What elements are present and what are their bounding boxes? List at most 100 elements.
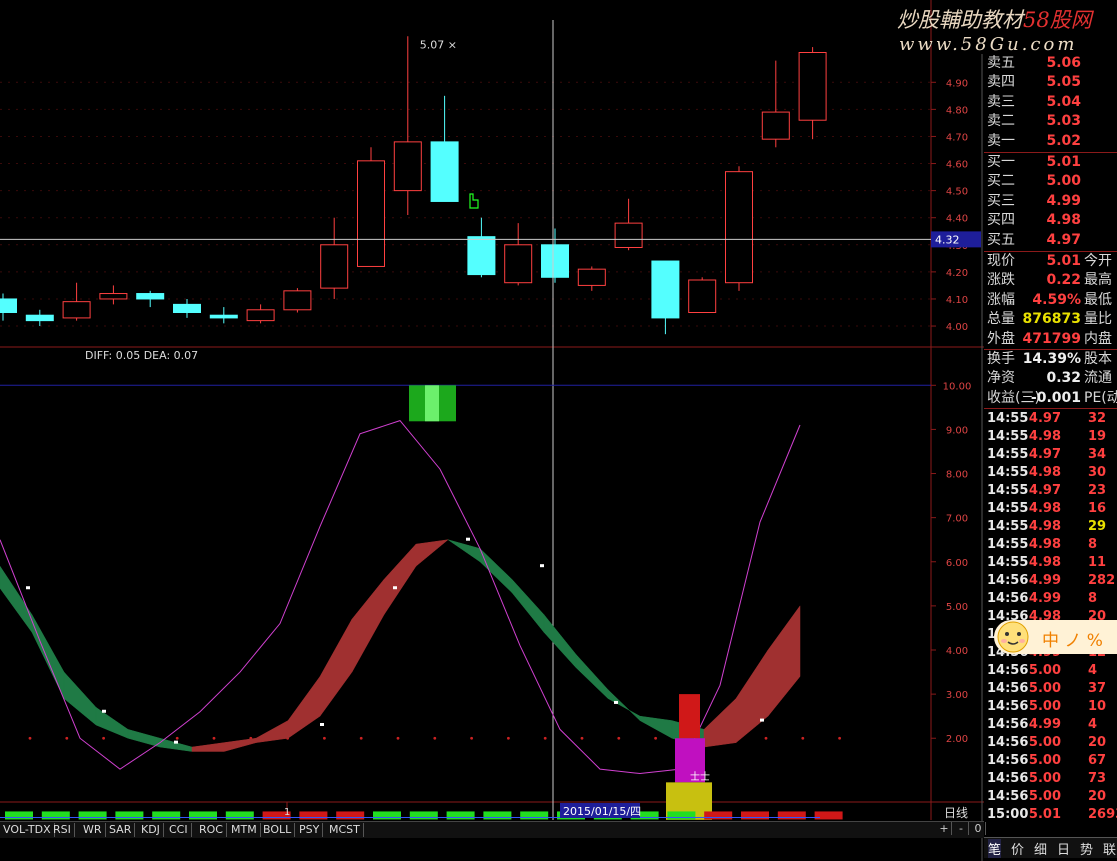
band-segment (735, 649, 769, 744)
candle-body (761, 111, 790, 140)
indicator-tab-mcst[interactable]: MCST (326, 823, 364, 837)
volume-dash (41, 811, 70, 820)
band-marker (320, 723, 324, 726)
ticks-divider (984, 408, 1117, 410)
tick-volume: 37 (1088, 681, 1107, 697)
stat-row: 净资 0.32 流通 (984, 369, 1117, 388)
indicator-tab-boll[interactable]: BOLL (260, 823, 296, 837)
reference-dot (102, 736, 105, 740)
stat-extra-label: 量比 (1084, 311, 1112, 328)
band-marker (466, 537, 470, 541)
band-marker (174, 740, 178, 744)
candle-body (320, 244, 349, 289)
indicator-tab-sar[interactable]: SAR (106, 823, 136, 837)
candle-body (430, 141, 459, 202)
right-tab[interactable]: 日 (1057, 839, 1070, 858)
band-marker (540, 564, 544, 568)
indicator-tab-wr[interactable]: WR (80, 823, 106, 837)
band-segment (31, 613, 65, 699)
volume-dash (78, 811, 107, 820)
right-tab[interactable]: 细 (1034, 839, 1047, 858)
tick-row: 14:55 4.98 29 (984, 518, 1117, 536)
indicator-tab-psy[interactable]: PSY (296, 823, 324, 837)
tick-volume: 32 (1088, 411, 1107, 427)
ask-row[interactable]: 卖三 5.04 (984, 93, 1117, 112)
bid-price: 5.01 (1046, 154, 1081, 170)
bid-row[interactable]: 买二 5.00 (984, 172, 1117, 191)
ask-row[interactable]: 卖二 5.03 (984, 112, 1117, 131)
tick-price: 5.00 (1028, 699, 1061, 715)
ask-row[interactable]: 卖一 5.02 (984, 132, 1117, 151)
stat-extra-label: 最低 (1084, 291, 1112, 308)
indicator-tab-roc[interactable]: ROC (196, 823, 227, 837)
stat-row: 外盘 471799 内盘 (984, 330, 1117, 349)
right-tab[interactable]: 价 (1011, 839, 1024, 858)
bid-price: 4.99 (1046, 192, 1081, 209)
volume-dash (5, 811, 33, 820)
stat-row: 换手 14.39% 股本 (984, 350, 1117, 369)
tick-volume: 4 (1088, 663, 1098, 679)
zoom-controls: + -0 (934, 821, 986, 837)
indicator-tab-kdj[interactable]: KDJ (138, 823, 164, 837)
bid-row[interactable]: 买三 4.99 (984, 192, 1117, 211)
zoom-button[interactable]: + (937, 822, 952, 835)
emoji-bubble[interactable]: 中 ノ % (994, 620, 1117, 654)
reference-dot (396, 736, 400, 740)
diff-dea-label: DIFF: 0.05 DEA: 0.07 (85, 349, 198, 362)
indicator-tab-cci[interactable]: CCI (166, 823, 192, 837)
stat-extra-label: 内盘 (1084, 330, 1112, 347)
volume-dash (814, 811, 843, 820)
reference-dot (507, 736, 510, 740)
band-segment (0, 565, 33, 634)
tick-volume: 29 (1088, 519, 1107, 535)
bid-row[interactable]: 买五 4.97 (984, 231, 1117, 250)
ask-price: 5.06 (1046, 55, 1081, 71)
ask-row[interactable]: 卖五 5.06 (984, 54, 1117, 73)
tick-price: 4.97 (1028, 411, 1061, 427)
watermark-brand: 58股网 (1023, 8, 1092, 32)
right-tab[interactable]: 笔 (988, 839, 1002, 858)
tick-price: 4.99 (1028, 717, 1061, 733)
indicator-tab-bar: VOL-TDX RSI WR SAR KDJ CCI ROC MTM BOLL PSY MCST (0, 821, 984, 838)
ask-price: 5.03 (1046, 113, 1081, 130)
volume-dash (409, 811, 438, 820)
bid-row[interactable]: 买四 4.98 (984, 211, 1117, 230)
indicator-tick-label: 5.00 (946, 602, 968, 613)
tick-price: 4.97 (1028, 483, 1061, 499)
tick-price: 4.98 (1028, 537, 1061, 553)
stat-extra-label: 最高 (1084, 272, 1112, 289)
band-segment (415, 539, 449, 567)
indicator-tab-mtm[interactable]: MTM (228, 823, 261, 837)
tick-volume: 34 (1088, 447, 1107, 463)
candle-body (504, 244, 533, 284)
indicator-tab-rsi[interactable]: RSI (50, 823, 75, 837)
candle-body (577, 268, 606, 286)
bid-price: 4.97 (1046, 231, 1081, 248)
chart-canvas[interactable]: 4.904.804.704.604.504.404.304.204.104.00… (0, 0, 1117, 861)
indicator-tab-vol-tdx[interactable]: VOL-TDX (0, 823, 55, 837)
tick-row: 14:55 4.97 23 (984, 482, 1117, 500)
band-marker (393, 586, 397, 590)
ask-row[interactable]: 卖四 5.05 (984, 73, 1117, 92)
candle-body (209, 314, 238, 319)
tick-row: 15:005.012693 (984, 806, 1117, 824)
tick-volume: 20 (1088, 789, 1107, 805)
right-tab[interactable]: 联 (1103, 839, 1116, 858)
tick-row: 14:56 4.99 8 (984, 590, 1117, 608)
right-tab[interactable]: 势 (1080, 839, 1093, 858)
zoom-button[interactable]: 0 (971, 822, 986, 835)
period-label[interactable]: 日线 (944, 804, 968, 821)
candle-body (467, 236, 496, 276)
band-segment (639, 715, 673, 739)
tick-volume: 4 (1088, 717, 1098, 733)
bid-price: 4.98 (1046, 212, 1081, 229)
tick-volume: 11 (1088, 555, 1107, 571)
tick-row: 14:55 4.98 19 (984, 428, 1117, 446)
signal-mark: 士士 (690, 770, 710, 783)
zoom-button[interactable]: - (954, 822, 969, 835)
tick-volume: 23 (1088, 483, 1107, 499)
indicator-tick-label: 4.00 (946, 646, 968, 657)
bid-row[interactable]: 买一 5.01 (984, 153, 1117, 172)
candle-body (541, 244, 569, 278)
candle-body (136, 293, 165, 300)
